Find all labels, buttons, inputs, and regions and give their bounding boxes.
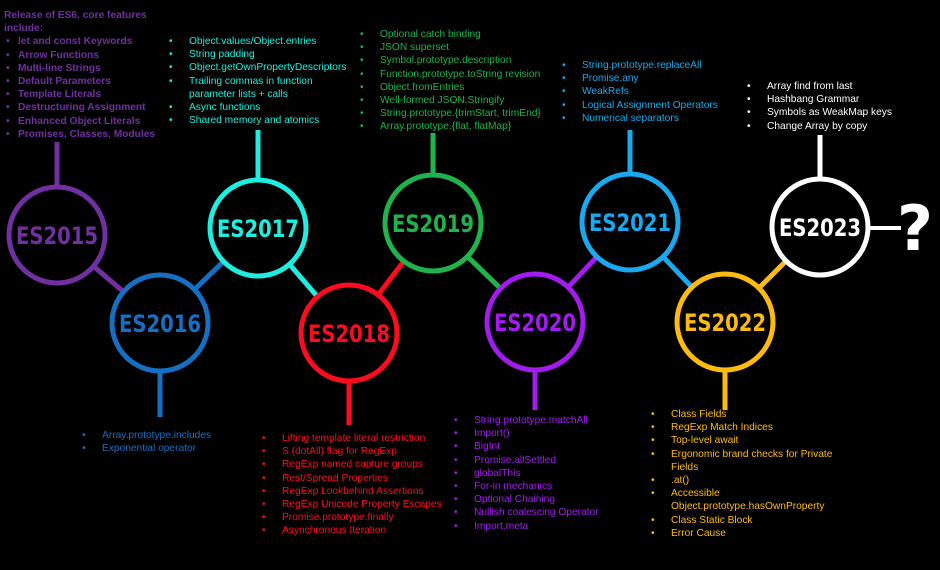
- connector-es2020-es2021: [566, 255, 599, 289]
- end-marker: ?: [869, 192, 933, 265]
- feature-item: Exponential operator: [80, 442, 211, 455]
- node-label: ES2015: [16, 222, 98, 250]
- node-es2021: ES2021: [579, 171, 681, 273]
- connector-es2017-es2018: [287, 262, 320, 299]
- feature-item: Symbol.prototype.description: [358, 54, 541, 67]
- feature-item: Object.values/Object.entries: [167, 35, 352, 48]
- es2018-feature-list: Lifting template literal restrictionS (d…: [260, 432, 442, 538]
- feature-item: Optional Chaining: [452, 493, 599, 506]
- es2015-feature-block: Release of ES6, core features include: l…: [4, 9, 164, 141]
- feature-item: Accessible Object.prototype.hasOwnProper…: [649, 487, 839, 513]
- node-es2020: ES2020: [484, 271, 586, 373]
- feature-item: Hashbang Grammar: [745, 93, 892, 106]
- feature-item: Logical Assignment Operators: [560, 99, 718, 112]
- feature-item: Numerical separators: [560, 112, 718, 125]
- feature-item: Multi-line Strings: [4, 62, 164, 75]
- feature-item: .at(): [649, 474, 839, 487]
- es2016-feature-list: Array.prototype.includesExponential oper…: [80, 429, 211, 456]
- feature-item: WeakRefs: [560, 85, 718, 98]
- feature-item: globalThis: [452, 467, 599, 480]
- feature-item: BigInt: [452, 440, 599, 453]
- feature-item: Default Parameters: [4, 75, 164, 88]
- node-label: ES2022: [684, 309, 766, 337]
- feature-item: Import.meta: [452, 520, 599, 533]
- node-label: ES2021: [589, 209, 671, 237]
- feature-item: Class Static Block: [649, 514, 839, 527]
- feature-item: Object.getOwnPropertyDescriptors: [167, 61, 352, 74]
- feature-item: String.prototype.{trimStart, trimEnd}: [358, 107, 541, 120]
- node-es2017: ES2017: [207, 177, 309, 279]
- feature-item: Arrow Functions: [4, 49, 164, 62]
- feature-item: Array.prototype.{flat, flatMap}: [358, 120, 541, 133]
- feature-item: Promise.allSettled: [452, 454, 599, 467]
- feature-item: RegExp Match Indices: [649, 421, 839, 434]
- feature-item: Promise.any: [560, 72, 718, 85]
- es2020-feature-list: String.prototype.matchAllImport()BigIntP…: [452, 414, 599, 533]
- feature-item: Symbols as WeakMap keys: [745, 106, 892, 119]
- feature-item: Nullish coalescing Operator: [452, 506, 599, 519]
- feature-item: Function.prototype.toString revision: [358, 68, 541, 81]
- feature-item: Top-level await: [649, 434, 839, 447]
- feature-item: Rest/Spread Properties: [260, 472, 442, 485]
- node-es2022: ES2022: [674, 271, 776, 373]
- connector-es2018-es2019: [376, 259, 406, 297]
- feature-item: Template Literals: [4, 88, 164, 101]
- feature-item: Well-formed JSON.Stringify: [358, 94, 541, 107]
- feature-item: RegExp named capture groups: [260, 458, 442, 471]
- feature-item: Object.fromEntries: [358, 81, 541, 94]
- es2021-feature-list: String.prototype.replaceAllPromise.anyWe…: [560, 59, 718, 125]
- node-label: ES2016: [119, 310, 201, 338]
- node-label: ES2019: [392, 210, 474, 238]
- feature-item: Promise.prototype.finally: [260, 511, 442, 524]
- es2015-feature-list: let and const KeywordsArrow FunctionsMul…: [4, 35, 164, 141]
- feature-item: Array.prototype.includes: [80, 429, 211, 442]
- node-es2023: ES2023: [769, 176, 871, 278]
- question-mark: ?: [897, 192, 933, 265]
- node-label: ES2020: [494, 309, 576, 337]
- feature-item: Change Array by copy: [745, 120, 892, 133]
- es2023-feature-list: Array find from lastHashbang GrammarSymb…: [745, 80, 892, 133]
- feature-item: Asynchronous Iteration: [260, 524, 442, 537]
- feature-item: RegExp Unicode Property Escapes: [260, 498, 442, 511]
- feature-item: Lifting template literal restriction: [260, 432, 442, 445]
- feature-item: Async functions: [167, 101, 352, 114]
- connector-es2021-es2022: [661, 255, 694, 289]
- connector-es2015-es2016: [91, 264, 126, 294]
- es2019-feature-list: Optional catch bindingJSON supersetSymbo…: [358, 28, 541, 134]
- node-es2015: ES2015: [6, 184, 108, 286]
- feature-item: Enhanced Object Literals: [4, 115, 164, 128]
- feature-item: For-in mechanics: [452, 480, 599, 493]
- connector-es2019-es2020: [465, 254, 503, 291]
- node-es2016: ES2016: [109, 272, 211, 374]
- node-es2018: ES2018: [298, 282, 400, 384]
- feature-item: Ergonomic brand checks for Private Field…: [649, 448, 839, 474]
- node-label: ES2023: [779, 214, 861, 242]
- es2015-intro: Release of ES6, core features include:: [4, 10, 147, 35]
- es2017-feature-list: Object.values/Object.entriesString paddi…: [167, 35, 352, 128]
- feature-item: S (dotAll) flag for RegExp: [260, 445, 442, 458]
- feature-item: String.prototype.matchAll: [452, 414, 599, 427]
- node-es2019: ES2019: [382, 172, 484, 274]
- feature-item: Array find from last: [745, 80, 892, 93]
- feature-item: String.prototype.replaceAll: [560, 59, 718, 72]
- feature-item: Class Fields: [649, 408, 839, 421]
- release-nodes: ES2015 ES2016 ES2017 ES2018 ES2019 ES2020 ES20…: [6, 171, 871, 384]
- feature-item: Error Cause: [649, 527, 839, 540]
- feature-item: Shared memory and atomics: [167, 114, 352, 127]
- feature-item: Trailing commas in function parameter li…: [167, 75, 352, 101]
- feature-item: let and const Keywords: [4, 35, 164, 48]
- feature-item: String padding: [167, 48, 352, 61]
- feature-item: Promises, Classes, Modules: [4, 128, 164, 141]
- feature-item: RegExp Lookbehind Assertions: [260, 485, 442, 498]
- connector-es2016-es2017: [192, 259, 226, 292]
- feature-item: Import(): [452, 427, 599, 440]
- feature-item: Optional catch binding: [358, 28, 541, 41]
- node-label: ES2018: [308, 320, 390, 348]
- es2022-feature-list: Class FieldsRegExp Match IndicesTop-leve…: [649, 408, 839, 540]
- node-label: ES2017: [217, 215, 299, 243]
- feature-item: JSON superset: [358, 41, 541, 54]
- feature-item: Destructuring Assignment: [4, 101, 164, 114]
- connector-es2022-es2023: [757, 259, 788, 290]
